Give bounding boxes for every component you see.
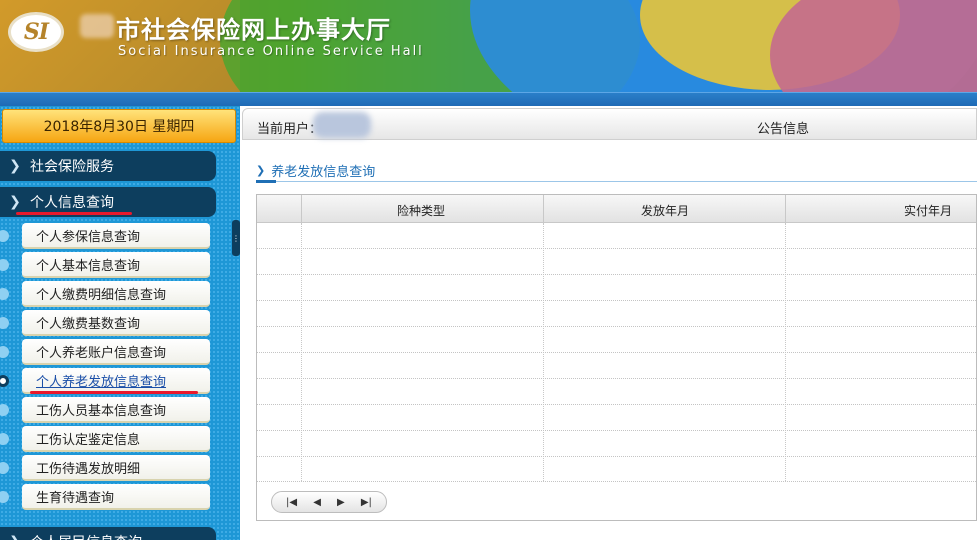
bullet-icon: [0, 491, 9, 503]
column-header-paid-month[interactable]: 实付年月: [904, 202, 952, 219]
pagination-controls: |◀ ◀ ▶ ▶|: [271, 491, 387, 513]
bullet-icon: [0, 462, 9, 474]
current-date: 2018年8月30日 星期四: [2, 109, 236, 143]
sidebar-item-payment-base[interactable]: 个人缴费基数查询: [22, 310, 210, 336]
table-row: [257, 248, 976, 249]
site-header: SI 市社会保险网上办事大厅 Social Insurance Online S…: [0, 0, 977, 92]
nav-group-label: 个人信息查询: [30, 195, 114, 211]
si-logo: SI: [8, 12, 64, 52]
bullet-icon: [0, 433, 9, 445]
table-row: [257, 430, 976, 431]
sidebar-item-payment-details[interactable]: 个人缴费明细信息查询: [22, 281, 210, 307]
last-page-icon[interactable]: ▶|: [361, 497, 372, 508]
red-annotation-underline: [16, 212, 132, 215]
table-header: 险种类型 发放年月 实付年月: [257, 195, 976, 223]
bullet-icon: [0, 346, 9, 358]
sidebar-item-injury-appraisal[interactable]: 工伤认定鉴定信息: [22, 426, 210, 452]
chevron-right-icon: ❯: [9, 158, 21, 174]
bullet-icon: [0, 288, 9, 300]
sidebar: 2018年8月30日 星期四 ❯ 社会保险服务 ❯ 个人信息查询 个人参保信息查…: [0, 106, 240, 540]
sidebar-item-pension-account[interactable]: 个人养老账户信息查询: [22, 339, 210, 365]
table-row: [257, 456, 976, 457]
next-page-icon[interactable]: ▶: [337, 497, 345, 508]
nav-group-label: 社会保险服务: [30, 159, 114, 175]
nav-group-label: 个人居民信息查询: [30, 532, 142, 540]
page-title-text: 养老发放信息查询: [271, 164, 376, 180]
sidebar-item-maternity-benefit[interactable]: 生育待遇查询: [22, 484, 210, 510]
site-subtitle: Social Insurance Online Service Hall: [118, 44, 424, 59]
sidebar-item-basic-info[interactable]: 个人基本信息查询: [22, 252, 210, 278]
notice-link[interactable]: 公告信息: [757, 118, 809, 137]
sidebar-item-injury-basic-info[interactable]: 工伤人员基本信息查询: [22, 397, 210, 423]
table-row: [257, 378, 976, 379]
prev-page-icon[interactable]: ◀: [313, 497, 321, 508]
column-header-payout-month[interactable]: 发放年月: [641, 202, 689, 219]
table-row: [257, 352, 976, 353]
chevron-right-icon: ❯: [0, 534, 30, 540]
table-row: [257, 481, 976, 482]
table-row: [257, 404, 976, 405]
redacted-city-name: [80, 14, 114, 38]
chevron-right-icon: ❯: [256, 163, 266, 177]
chevron-right-icon: ❯: [9, 194, 21, 210]
bullet-icon: [0, 230, 9, 242]
bullet-icon: [0, 317, 9, 329]
sidebar-item-injury-benefit[interactable]: 工伤待遇发放明细: [22, 455, 210, 481]
header-divider-bar: [0, 92, 977, 106]
redacted-user-name: [313, 112, 371, 138]
heading-accent: [256, 180, 276, 183]
user-bar: 当前用户： 公告信息: [242, 108, 977, 140]
nav-group-resident-info-query[interactable]: ❯ 个人居民信息查询: [0, 527, 216, 540]
table-row: [257, 274, 976, 275]
table-row: [257, 326, 976, 327]
column-header-insurance-type[interactable]: 险种类型: [397, 202, 445, 219]
active-bullet-icon: [0, 375, 9, 387]
bullet-icon: [0, 404, 9, 416]
nav-group-social-insurance-service[interactable]: ❯ 社会保险服务: [0, 151, 216, 181]
sidebar-item-insured-info[interactable]: 个人参保信息查询: [22, 223, 210, 249]
first-page-icon[interactable]: |◀: [286, 497, 297, 508]
bullet-icon: [0, 259, 9, 271]
sidebar-collapse-handle[interactable]: ⋮: [232, 220, 240, 256]
table-row: [257, 300, 976, 301]
page-title: ❯ 养老发放信息查询: [256, 158, 375, 182]
heading-divider: [256, 181, 977, 182]
red-annotation-underline: [30, 391, 198, 394]
results-table: 险种类型 发放年月 实付年月 |◀ ◀ ▶ ▶|: [256, 194, 977, 521]
site-title: 市社会保险网上办事大厅: [116, 16, 391, 44]
